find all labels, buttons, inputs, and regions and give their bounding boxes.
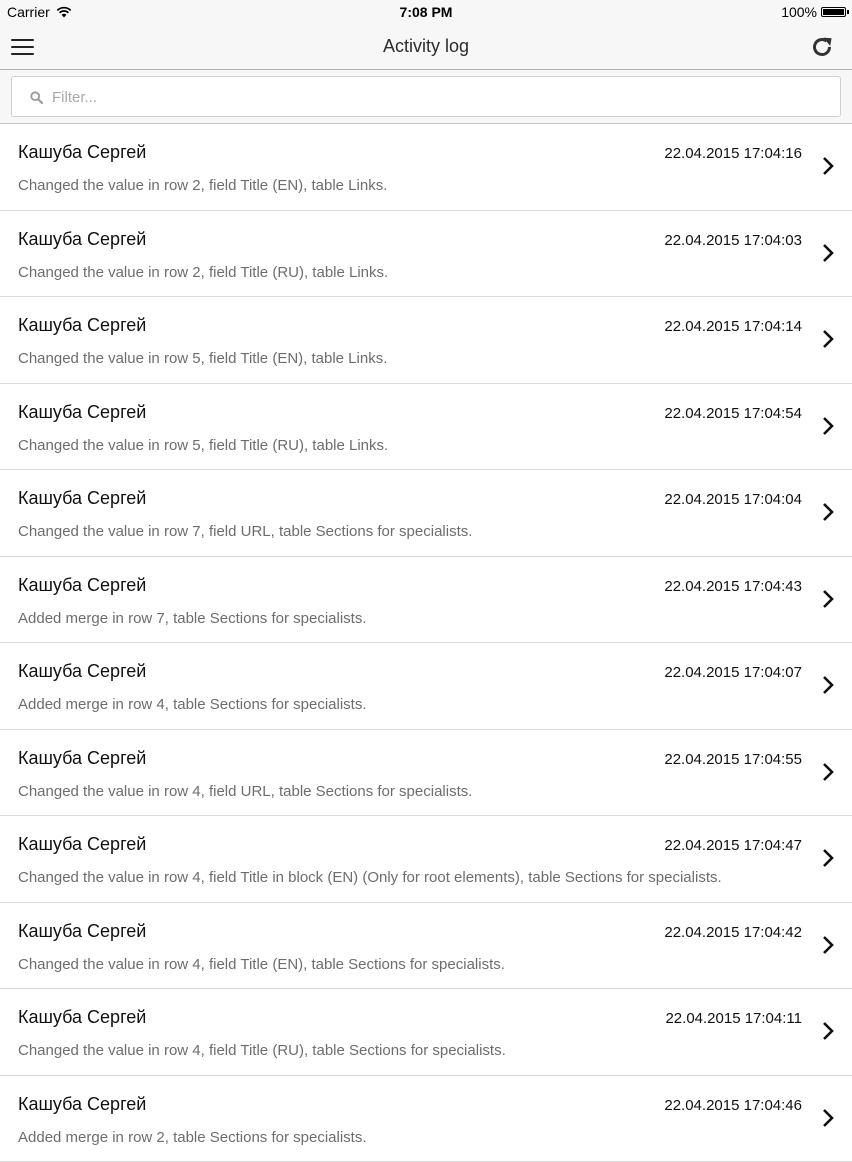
entry-user: Кашуба Сергей <box>18 1094 146 1115</box>
entry-user: Кашуба Сергей <box>18 402 146 423</box>
entry-timestamp: 22.04.2015 17:04:47 <box>664 837 802 854</box>
entry-timestamp: 22.04.2015 17:04:14 <box>664 318 802 335</box>
list-item[interactable]: Кашуба Сергей 22.04.2015 17:04:11 Change… <box>0 989 852 1076</box>
entry-user: Кашуба Сергей <box>18 748 146 769</box>
entry-user: Кашуба Сергей <box>18 229 146 250</box>
chevron-right-icon <box>822 1021 834 1041</box>
status-time: 7:08 PM <box>0 4 852 20</box>
entry-user: Кашуба Сергей <box>18 315 146 336</box>
filter-bar <box>0 70 852 124</box>
list-item[interactable]: Кашуба Сергей 22.04.2015 17:04:04 Change… <box>0 470 852 557</box>
entry-user: Кашуба Сергей <box>18 921 146 942</box>
list-item[interactable]: Кашуба Сергей 22.04.2015 17:04:16 Change… <box>0 124 852 211</box>
entry-user: Кашуба Сергей <box>18 661 146 682</box>
status-right: 100% <box>781 4 846 20</box>
entry-timestamp: 22.04.2015 17:04:07 <box>664 664 802 681</box>
chevron-right-icon <box>822 243 834 263</box>
entry-description: Changed the value in row 5, field Title … <box>18 437 388 454</box>
entry-timestamp: 22.04.2015 17:04:11 <box>665 1010 802 1027</box>
list-item[interactable]: Кашуба Сергей 22.04.2015 17:04:55 Change… <box>0 730 852 817</box>
list-item[interactable]: Кашуба Сергей 22.04.2015 17:04:03 Change… <box>0 211 852 298</box>
entry-description: Changed the value in row 4, field Title … <box>18 956 505 973</box>
entry-description: Changed the value in row 4, field URL, t… <box>18 783 472 800</box>
chevron-right-icon <box>822 416 834 436</box>
filter-input[interactable] <box>50 77 834 118</box>
list-item[interactable]: Кашуба Сергей 22.04.2015 17:04:54 Change… <box>0 384 852 471</box>
status-bar: Carrier 7:08 PM 100% <box>0 0 852 24</box>
chevron-right-icon <box>822 589 834 609</box>
chevron-right-icon <box>822 848 834 868</box>
list-item[interactable]: Кашуба Сергей 22.04.2015 17:04:14 Change… <box>0 297 852 384</box>
list-item[interactable]: Кашуба Сергей 22.04.2015 17:04:46 Added … <box>0 1076 852 1162</box>
battery-icon <box>821 7 846 17</box>
chevron-right-icon <box>822 329 834 349</box>
entry-user: Кашуба Сергей <box>18 834 146 855</box>
entry-description: Added merge in row 2, table Sections for… <box>18 1129 367 1146</box>
entry-description: Added merge in row 7, table Sections for… <box>18 610 367 627</box>
entry-description: Changed the value in row 2, field Title … <box>18 264 388 281</box>
entry-user: Кашуба Сергей <box>18 488 146 509</box>
page-title: Activity log <box>0 36 852 57</box>
entry-timestamp: 22.04.2015 17:04:03 <box>664 232 802 249</box>
entry-user: Кашуба Сергей <box>18 575 146 596</box>
entry-timestamp: 22.04.2015 17:04:54 <box>664 405 802 422</box>
entry-description: Changed the value in row 2, field Title … <box>18 177 387 194</box>
battery-percent: 100% <box>781 4 817 20</box>
chevron-right-icon <box>822 935 834 955</box>
entry-timestamp: 22.04.2015 17:04:55 <box>664 751 802 768</box>
search-icon <box>30 91 43 104</box>
entry-description: Changed the value in row 7, field URL, t… <box>18 523 472 540</box>
entry-user: Кашуба Сергей <box>18 142 146 163</box>
chevron-right-icon <box>822 156 834 176</box>
chevron-right-icon <box>822 675 834 695</box>
list-item[interactable]: Кашуба Сергей 22.04.2015 17:04:42 Change… <box>0 903 852 990</box>
refresh-button[interactable] <box>810 35 834 59</box>
chevron-right-icon <box>822 762 834 782</box>
entry-description: Added merge in row 4, table Sections for… <box>18 696 367 713</box>
entry-timestamp: 22.04.2015 17:04:04 <box>664 491 802 508</box>
chevron-right-icon <box>822 1108 834 1128</box>
list-item[interactable]: Кашуба Сергей 22.04.2015 17:04:43 Added … <box>0 557 852 644</box>
entry-description: Changed the value in row 5, field Title … <box>18 350 387 367</box>
entry-timestamp: 22.04.2015 17:04:42 <box>664 924 802 941</box>
entry-timestamp: 22.04.2015 17:04:43 <box>664 578 802 595</box>
entry-description: Changed the value in row 4, field Title … <box>18 1042 506 1059</box>
entry-description: Changed the value in row 4, field Title … <box>18 869 722 886</box>
list-item[interactable]: Кашуба Сергей 22.04.2015 17:04:07 Added … <box>0 643 852 730</box>
filter-box <box>11 76 841 117</box>
navigation-bar: Activity log <box>0 24 852 70</box>
activity-list: Кашуба Сергей 22.04.2015 17:04:16 Change… <box>0 124 852 1162</box>
entry-timestamp: 22.04.2015 17:04:16 <box>664 145 802 162</box>
chevron-right-icon <box>822 502 834 522</box>
entry-timestamp: 22.04.2015 17:04:46 <box>664 1097 802 1114</box>
list-item[interactable]: Кашуба Сергей 22.04.2015 17:04:47 Change… <box>0 816 852 903</box>
entry-user: Кашуба Сергей <box>18 1007 146 1028</box>
